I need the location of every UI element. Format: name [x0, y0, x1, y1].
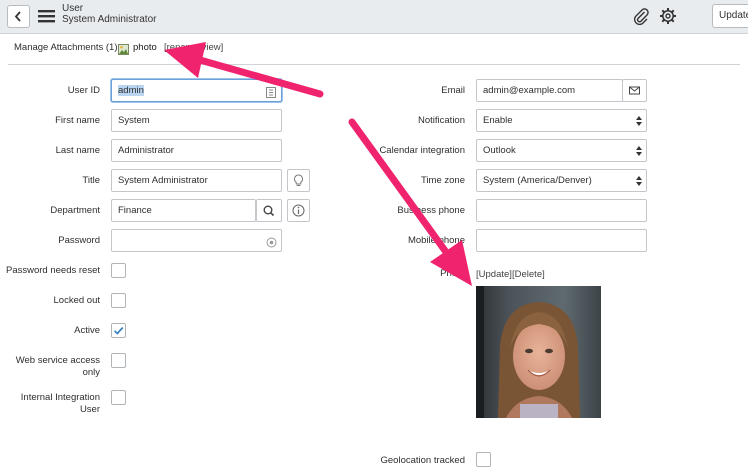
photo-delete-link[interactable]: [Delete]: [512, 269, 545, 280]
password-needs-reset-checkbox[interactable]: [111, 263, 126, 278]
update-button[interactable]: Update: [712, 4, 748, 28]
menu-icon[interactable]: [38, 9, 55, 23]
web-service-access-checkbox[interactable]: [111, 353, 126, 368]
mobile-phone-label: Mobile phone: [407, 235, 465, 246]
form-header: User System Administrator Update: [0, 0, 748, 34]
department-lookup-button[interactable]: [256, 199, 282, 222]
suggestion-button[interactable]: [287, 169, 310, 192]
password-needs-reset-label: Password needs reset: [6, 265, 100, 276]
last-name-input[interactable]: Administrator: [111, 139, 282, 162]
user-id-label: User ID: [67, 85, 100, 96]
select-arrows-icon: [636, 146, 642, 156]
user-id-input[interactable]: admin: [111, 79, 282, 102]
internal-integration-user-label: Internal Integration User: [20, 392, 100, 415]
user-id-value: admin: [118, 85, 144, 96]
select-arrows-icon: [636, 176, 642, 186]
attachments-label: Manage Attachments (1):: [14, 42, 121, 53]
image-file-icon: [118, 42, 129, 55]
active-label: Active: [74, 325, 100, 336]
geolocation-tracked-label: Geolocation tracked: [380, 455, 466, 466]
password-input[interactable]: [111, 229, 282, 252]
photo-label: Photo: [440, 268, 465, 279]
business-phone-label: Business phone: [397, 205, 465, 216]
checkmark-icon: [113, 326, 124, 335]
send-email-button[interactable]: [622, 79, 647, 102]
paperclip-icon[interactable]: [632, 7, 650, 26]
rename-link[interactable]: [rename]: [164, 42, 202, 53]
password-reveal-icon: [266, 235, 277, 248]
title-label: Title: [82, 175, 100, 186]
locked-out-label: Locked out: [53, 295, 100, 306]
active-checkbox[interactable]: [111, 323, 126, 338]
divider: [8, 64, 740, 65]
envelope-icon: [629, 86, 640, 95]
select-arrows-icon: [636, 116, 642, 126]
notification-label: Notification: [418, 115, 465, 126]
web-service-access-label: Web service access only: [15, 355, 100, 378]
time-zone-value: System (America/Denver): [483, 175, 592, 186]
calendar-integration-select[interactable]: Outlook: [476, 139, 647, 162]
user-photo: [476, 286, 601, 418]
locked-out-checkbox[interactable]: [111, 293, 126, 308]
attachments-row: Manage Attachments (1):: [14, 42, 120, 53]
form-title-type: User: [62, 3, 84, 14]
view-link[interactable]: [view]: [199, 42, 223, 53]
geolocation-tracked-checkbox[interactable]: [476, 452, 491, 467]
notification-value: Enable: [483, 115, 513, 126]
email-input[interactable]: admin@example.com: [476, 79, 623, 102]
department-input[interactable]: Finance: [111, 199, 256, 222]
title-input[interactable]: System Administrator: [111, 169, 282, 192]
photo-update-link[interactable]: [Update]: [476, 269, 512, 280]
notification-select[interactable]: Enable: [476, 109, 647, 132]
lightbulb-icon: [294, 174, 303, 186]
calendar-integration-label: Calendar integration: [379, 145, 465, 156]
attachment-file-link[interactable]: photo: [133, 42, 157, 53]
password-label: Password: [58, 235, 100, 246]
department-info-button[interactable]: [287, 199, 310, 222]
search-icon: [263, 205, 275, 217]
info-icon: [292, 204, 305, 217]
back-icon: [14, 11, 21, 22]
form-title-record: System Administrator: [62, 14, 157, 25]
mobile-phone-input[interactable]: [476, 229, 647, 252]
first-name-label: First name: [55, 115, 100, 126]
email-label: Email: [441, 85, 465, 96]
back-button[interactable]: [7, 5, 30, 28]
business-phone-input[interactable]: [476, 199, 647, 222]
internal-integration-user-checkbox[interactable]: [111, 390, 126, 405]
gear-icon[interactable]: [659, 7, 677, 25]
calendar-integration-value: Outlook: [483, 145, 516, 156]
first-name-input[interactable]: System: [111, 109, 282, 132]
time-zone-select[interactable]: System (America/Denver): [476, 169, 647, 192]
last-name-label: Last name: [55, 145, 100, 156]
time-zone-label: Time zone: [421, 175, 465, 186]
keyboard-icon: [266, 85, 276, 98]
department-label: Department: [50, 205, 100, 216]
